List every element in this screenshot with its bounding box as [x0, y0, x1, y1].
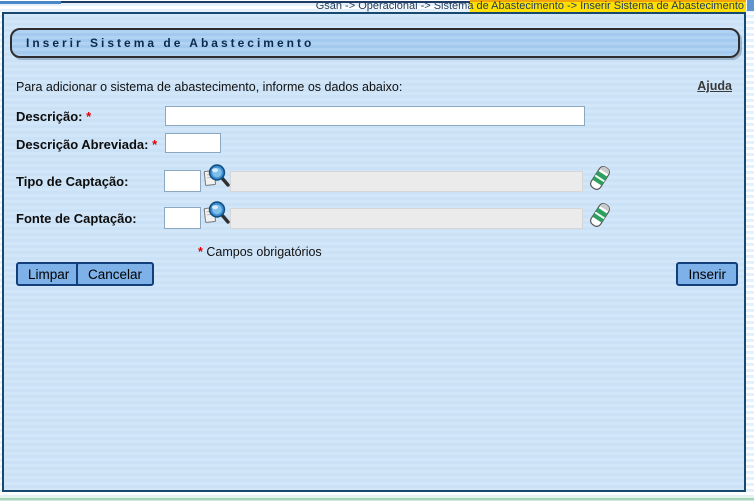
tipo-captacao-label-text: Tipo de Captação: — [16, 174, 128, 189]
eraser-icon — [588, 201, 612, 229]
search-icon — [203, 163, 230, 191]
descricao-abreviada-input[interactable] — [165, 133, 221, 153]
tipo-captacao-code-input[interactable] — [164, 170, 201, 192]
descricao-required-marker: * — [86, 109, 91, 124]
cancelar-button[interactable]: Cancelar — [76, 262, 154, 286]
descricao-abreviada-required-marker: * — [152, 137, 157, 152]
tipo-captacao-description-field — [230, 171, 583, 192]
inserir-button[interactable]: Inserir — [676, 262, 738, 286]
main-frame: Inserir Sistema de Abastecimento Para ad… — [2, 12, 746, 492]
bottom-green-line — [0, 496, 754, 501]
fonte-captacao-code-input[interactable] — [164, 207, 201, 229]
fonte-captacao-search-button[interactable] — [203, 200, 230, 228]
descricao-abreviada-label-text: Descrição Abreviada: — [16, 137, 148, 152]
top-right-block — [747, 0, 754, 11]
descricao-input[interactable] — [165, 106, 585, 126]
tipo-captacao-erase-button[interactable] — [588, 164, 612, 192]
top-blue-bar — [0, 1, 61, 4]
limpar-button[interactable]: Limpar — [16, 262, 81, 286]
search-icon — [203, 200, 230, 228]
descricao-label-text: Descrição: — [16, 109, 82, 124]
tipo-captacao-search-button[interactable] — [203, 163, 230, 191]
page-title-bar: Inserir Sistema de Abastecimento — [10, 28, 740, 58]
page-title: Inserir Sistema de Abastecimento — [12, 30, 738, 56]
tipo-captacao-label: Tipo de Captação: — [16, 174, 128, 189]
fonte-captacao-erase-button[interactable] — [588, 201, 612, 229]
fonte-captacao-label: Fonte de Captação: — [16, 211, 137, 226]
eraser-icon — [588, 164, 612, 192]
fonte-captacao-label-text: Fonte de Captação: — [16, 211, 137, 226]
descricao-abreviada-label: Descrição Abreviada: * — [16, 137, 157, 152]
required-note-text: Campos obrigatórios — [203, 245, 322, 259]
required-fields-note: * Campos obrigatórios — [198, 245, 322, 259]
fonte-captacao-description-field — [230, 208, 583, 229]
breadcrumb: Gsan -> Operacional -> Sistema de Abaste… — [316, 0, 744, 12]
help-link[interactable]: Ajuda — [697, 79, 732, 93]
instruction-text: Para adicionar o sistema de abasteciment… — [16, 80, 402, 94]
descricao-label: Descrição: * — [16, 109, 91, 124]
